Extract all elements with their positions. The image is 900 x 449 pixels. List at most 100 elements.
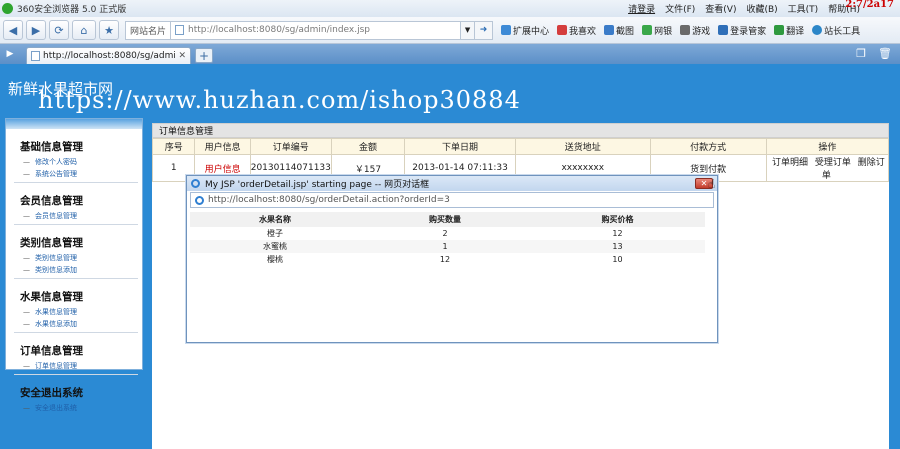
- menu-file[interactable]: 文件(F): [665, 2, 695, 15]
- close-icon: ✕: [700, 179, 708, 188]
- webmaster-tools-button[interactable]: 站长工具: [812, 24, 860, 37]
- translate-button[interactable]: 翻译: [774, 24, 804, 37]
- sidebar-toggle-icon: ▶: [6, 49, 14, 59]
- menu-item-logout[interactable]: — 安全退出系统: [20, 402, 142, 414]
- dialog-title: My JSP 'orderDetail.jsp' starting page -…: [205, 180, 430, 190]
- menu-item-change-password[interactable]: — 修改个人密码: [20, 156, 142, 168]
- online-bank-button[interactable]: 网银: [642, 24, 672, 37]
- menu-group-title[interactable]: 订单信息管理: [20, 343, 142, 358]
- order-detail-link[interactable]: 订单明细: [772, 158, 808, 168]
- page-icon: [175, 25, 185, 35]
- refresh-button[interactable]: ⟳: [49, 20, 69, 40]
- menu-group-fruit: 水果信息管理 — 水果信息管理 — 水果信息添加: [6, 289, 142, 330]
- menu-item-fruit-manage[interactable]: — 水果信息管理: [20, 306, 142, 318]
- tabbar-actions: ❐ 🗑: [856, 47, 892, 60]
- column-header: 订单编号: [249, 138, 332, 155]
- home-icon: ⌂: [80, 23, 88, 37]
- table-header-row: 序号 用户信息 订单编号 金额 下单日期 送货地址 付款方式 操作: [151, 138, 890, 155]
- back-button[interactable]: ◀: [3, 20, 23, 40]
- menu-group-title[interactable]: 水果信息管理: [20, 289, 142, 304]
- menu-group-order: 订单信息管理 — 订单信息管理: [6, 343, 142, 372]
- menu-group-title[interactable]: 会员信息管理: [20, 193, 142, 208]
- heart-icon: [557, 25, 568, 35]
- admin-sidebar: 基础信息管理 — 修改个人密码 — 系统公告管理 会员信息管理 — 会员信息管理 类别…: [5, 118, 143, 412]
- site-card-button[interactable]: 网站名片: [125, 20, 172, 40]
- puzzle-icon: [501, 25, 512, 35]
- cell-quantity: 2: [360, 227, 530, 240]
- restore-window-icon[interactable]: ❐: [856, 47, 866, 60]
- home-button[interactable]: ⌂: [72, 20, 96, 40]
- cell-operations: 订单明细 受理订单 删除订单: [765, 154, 890, 182]
- menu-item-notice-manage[interactable]: — 系统公告管理: [20, 168, 142, 180]
- table-header-row: 水果名称 购买数量 购买价格: [190, 212, 705, 227]
- close-icon[interactable]: ✕: [178, 51, 186, 61]
- menu-item-order-manage[interactable]: — 订单信息管理: [20, 360, 142, 372]
- menu-group-logout: 安全退出系统 — 安全退出系统: [6, 385, 142, 414]
- table-row: 樱桃 12 10: [190, 253, 705, 266]
- ie-icon: [195, 195, 204, 205]
- screenshot-button[interactable]: 截图: [604, 24, 634, 37]
- cell-fruit-name: 橙子: [190, 227, 360, 240]
- favorite-button[interactable]: ★: [99, 20, 119, 40]
- menu-view[interactable]: 查看(V): [705, 2, 736, 15]
- new-tab-button[interactable]: +: [195, 48, 213, 63]
- page-icon: [31, 51, 40, 61]
- browser-title: 360安全浏览器 5.0 正式版: [17, 5, 127, 15]
- translate-icon: [774, 25, 785, 35]
- menu-tools[interactable]: 工具(T): [788, 2, 819, 15]
- dialog-address-bar: http://localhost:8080/sg/orderDetail.act…: [190, 192, 714, 208]
- clock-overlay: 2:7/2a17: [845, 0, 894, 10]
- toolbar-tools: 扩展中心 我喜欢 截图 网银 游戏 登录管家 翻译 站长工具: [501, 24, 860, 37]
- login-link[interactable]: 请登录: [628, 2, 655, 15]
- panel-title: 订单信息管理: [152, 123, 889, 138]
- menu-item-category-manage[interactable]: — 类别信息管理: [20, 252, 142, 264]
- extension-center-button[interactable]: 扩展中心: [501, 24, 549, 37]
- column-header: 金额: [330, 138, 406, 155]
- forward-button[interactable]: ▶: [26, 20, 46, 40]
- watermark: https://www.huzhan.com/ishop30884: [38, 86, 521, 114]
- address-bar: 网站名片 http://localhost:8080/sg/admin/inde…: [125, 20, 494, 40]
- dialog-title-bar[interactable]: My JSP 'orderDetail.jsp' starting page -…: [187, 176, 717, 191]
- menu-item-category-add[interactable]: — 类别信息添加: [20, 264, 142, 276]
- divider: [14, 374, 138, 375]
- divider: [14, 182, 138, 183]
- menu-favorites[interactable]: 收藏(B): [746, 2, 777, 15]
- hand-cursor-icon: ☝: [708, 177, 716, 191]
- divider: [14, 278, 138, 279]
- go-button[interactable]: ➜: [475, 20, 494, 40]
- column-header: 购买数量: [360, 212, 530, 227]
- menu-group-title[interactable]: 类别信息管理: [20, 235, 142, 250]
- games-button[interactable]: 游戏: [680, 24, 710, 37]
- column-header: 水果名称: [190, 212, 360, 227]
- star-icon: ★: [104, 23, 114, 37]
- address-dropdown-button[interactable]: ▼: [461, 20, 476, 40]
- accept-order-link[interactable]: 受理订单: [815, 158, 851, 168]
- ie-icon: [191, 179, 200, 188]
- cell-fruit-name: 樱桃: [190, 253, 360, 266]
- column-header: 购买价格: [530, 212, 705, 227]
- refresh-icon: ⟳: [54, 23, 64, 37]
- menu-group-title[interactable]: 基础信息管理: [20, 139, 142, 154]
- table-row: 水蜜桃 1 13: [190, 240, 705, 253]
- login-manager-button[interactable]: 登录管家: [718, 24, 766, 37]
- divider: [14, 224, 138, 225]
- menu-item-fruit-add[interactable]: — 水果信息添加: [20, 318, 142, 330]
- sidebar-toggle-button[interactable]: ▶: [0, 44, 20, 64]
- site-header: 新鲜水果超市网 https://www.huzhan.com/ishop3088…: [0, 64, 900, 116]
- tab-admin-index[interactable]: http://localhost:8080/sg/admin/in... ✕: [26, 47, 191, 64]
- cell-quantity: 12: [360, 253, 530, 266]
- trash-icon[interactable]: 🗑: [878, 47, 892, 60]
- plus-icon: +: [198, 48, 210, 63]
- forward-arrow-icon: ▶: [31, 23, 41, 37]
- address-input[interactable]: http://localhost:8080/sg/admin/index.jsp: [171, 20, 462, 40]
- menu-group-member: 会员信息管理 — 会员信息管理: [6, 193, 142, 222]
- menu-item-member-manage[interactable]: — 会员信息管理: [20, 210, 142, 222]
- like-button[interactable]: 我喜欢: [557, 24, 596, 37]
- menu-group-title[interactable]: 安全退出系统: [20, 385, 142, 400]
- order-detail-dialog: My JSP 'orderDetail.jsp' starting page -…: [186, 175, 718, 343]
- menu-group-category: 类别信息管理 — 类别信息管理 — 类别信息添加: [6, 235, 142, 276]
- back-arrow-icon: ◀: [8, 23, 18, 37]
- table-row: 橙子 2 12: [190, 227, 705, 240]
- cell-price: 10: [530, 253, 705, 266]
- browser-logo-icon: [2, 3, 13, 14]
